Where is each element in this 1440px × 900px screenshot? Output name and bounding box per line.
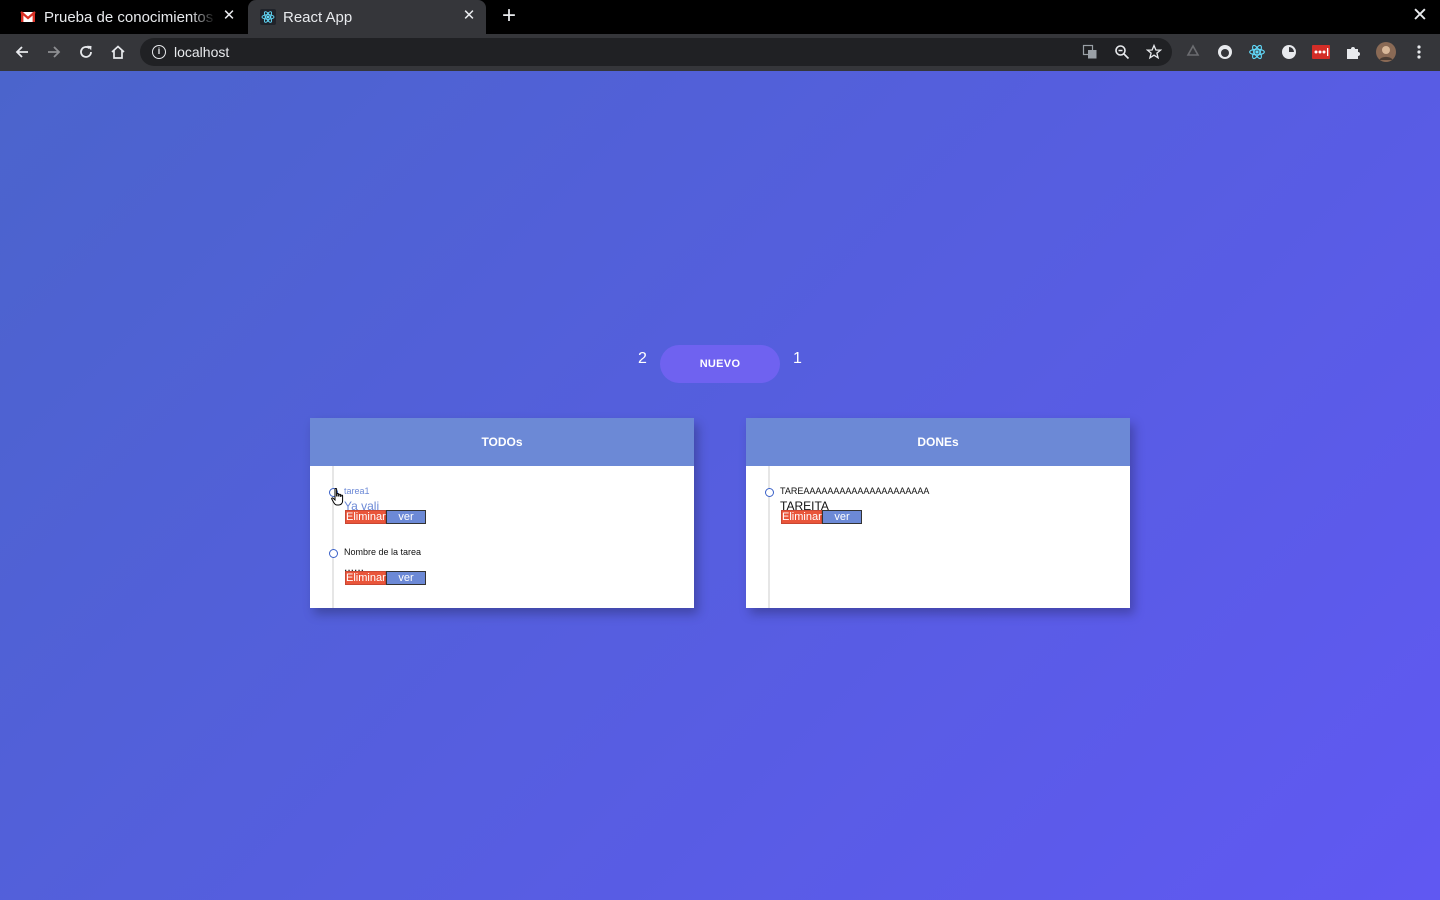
circle-extension-icon[interactable] <box>1280 43 1298 61</box>
hand-cursor-icon <box>331 487 345 511</box>
new-task-button[interactable]: NUEVO <box>660 345 780 383</box>
address-bar[interactable]: i localhost <box>140 38 1172 66</box>
info-icon[interactable]: i <box>152 45 166 59</box>
star-icon[interactable] <box>1146 44 1162 60</box>
tab-title: React App <box>283 8 353 26</box>
view-button[interactable]: ver <box>822 510 862 524</box>
react-icon <box>260 9 276 25</box>
delete-button[interactable]: Eliminar <box>345 510 386 524</box>
back-icon[interactable] <box>11 42 33 62</box>
github-extension-icon[interactable] <box>1216 43 1234 61</box>
menu-icon[interactable] <box>1410 43 1428 61</box>
done-count: 1 <box>793 350 802 367</box>
reload-icon[interactable] <box>75 42 97 62</box>
dones-title: DONEs <box>746 418 1130 466</box>
new-tab-icon[interactable]: + <box>499 4 519 28</box>
task-name: Nombre de la tarea <box>344 547 422 557</box>
tab-strip: Prueba de conocimientos t ✕ React App ✕ … <box>0 0 1440 34</box>
task-toggle[interactable] <box>329 549 338 558</box>
react-devtools-icon[interactable] <box>1248 43 1266 61</box>
home-icon[interactable] <box>107 42 129 62</box>
view-button[interactable]: ver <box>386 510 426 524</box>
extensions-puzzle-icon[interactable] <box>1344 43 1362 61</box>
gmail-icon <box>20 9 36 25</box>
dones-panel: DONEs TAREAAAAAAAAAAAAAAAAAAAAA TAREITA … <box>746 418 1130 608</box>
delete-button[interactable]: Eliminar <box>781 510 822 524</box>
forward-icon[interactable] <box>43 42 65 62</box>
translate-icon[interactable] <box>1082 44 1098 60</box>
browser-toolbar: i localhost <box>0 34 1440 71</box>
lastpass-extension-icon[interactable] <box>1312 43 1330 61</box>
task-toggle[interactable] <box>765 488 774 497</box>
view-button[interactable]: ver <box>386 571 426 585</box>
task-name: tarea1 <box>344 486 370 496</box>
profile-avatar[interactable] <box>1376 42 1396 62</box>
todos-title: TODOs <box>310 418 694 466</box>
todo-count: 2 <box>638 350 647 367</box>
tab-react-app[interactable]: React App ✕ <box>248 0 486 34</box>
recycle-extension-icon[interactable] <box>1184 43 1202 61</box>
task-name: TAREAAAAAAAAAAAAAAAAAAAAA <box>780 486 930 496</box>
app-page: 2 NUEVO 1 TODOs tarea1 Ya vali Eliminar … <box>0 71 1440 900</box>
delete-button[interactable]: Eliminar <box>345 571 386 585</box>
tab-title: Prueba de conocimientos t <box>44 8 216 26</box>
url-text: localhost <box>174 44 230 60</box>
todos-panel: TODOs tarea1 Ya vali Eliminar ver Nombre… <box>310 418 694 608</box>
close-icon[interactable]: ✕ <box>222 8 236 23</box>
tab-gmail[interactable]: Prueba de conocimientos t ✕ <box>8 0 246 34</box>
close-icon[interactable]: ✕ <box>462 8 476 23</box>
zoom-icon[interactable] <box>1114 44 1130 60</box>
window-close-icon[interactable]: ✕ <box>1410 6 1430 26</box>
